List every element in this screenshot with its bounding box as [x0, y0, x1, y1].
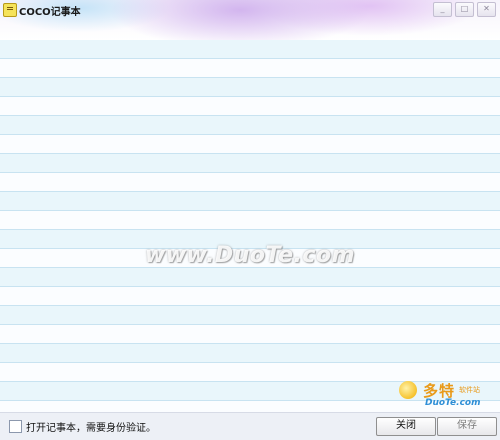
title-bar: COCO记事本 _ □ ✕	[0, 0, 500, 40]
notepad-icon	[3, 3, 17, 17]
site-watermark: www.DuoTe.com	[145, 243, 355, 268]
maximize-button[interactable]: □	[455, 2, 474, 17]
save-button[interactable]: 保存	[437, 417, 497, 436]
window-title: COCO记事本	[19, 7, 81, 18]
minimize-button[interactable]: _	[433, 2, 452, 17]
bottom-bar: 打开记事本，需要身份验证。 关闭 保存	[0, 412, 500, 440]
close-button[interactable]: 关闭	[376, 417, 436, 436]
note-text-area[interactable]: www.DuoTe.com	[0, 40, 500, 412]
auth-checkbox-label: 打开记事本，需要身份验证。	[26, 423, 156, 434]
close-window-button[interactable]: ✕	[477, 2, 496, 17]
auth-checkbox[interactable]	[9, 420, 22, 433]
